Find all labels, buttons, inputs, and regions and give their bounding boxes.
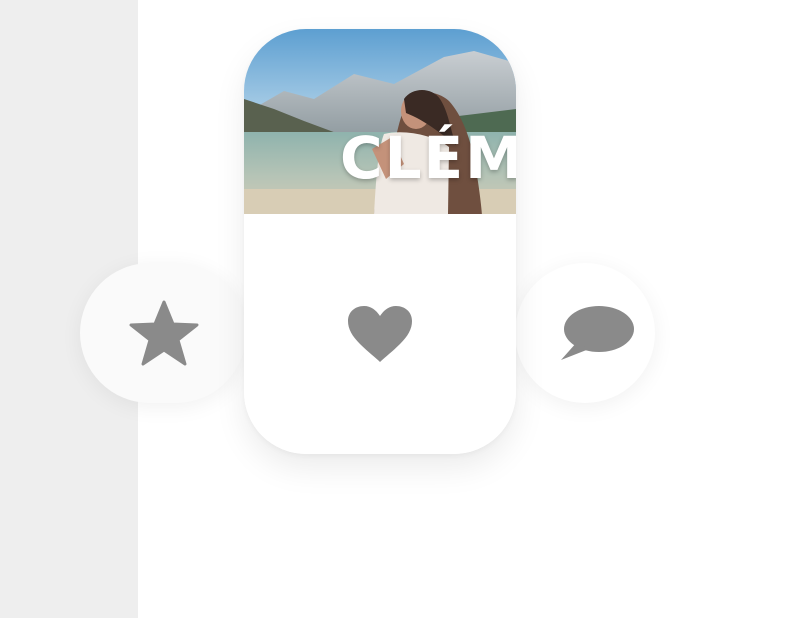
speech-bubble-icon — [561, 306, 634, 360]
message-button[interactable] — [515, 263, 655, 403]
like-button[interactable] — [340, 298, 420, 370]
heart-icon — [348, 306, 412, 362]
profile-photo: CLÉM — [244, 29, 516, 214]
profile-screen: CLÉM — [0, 0, 800, 618]
profile-card[interactable]: CLÉM — [244, 29, 516, 454]
favorite-button[interactable] — [80, 263, 246, 403]
profile-name: CLÉM — [340, 124, 516, 192]
card-actions-area — [244, 214, 516, 454]
star-icon — [129, 300, 199, 366]
